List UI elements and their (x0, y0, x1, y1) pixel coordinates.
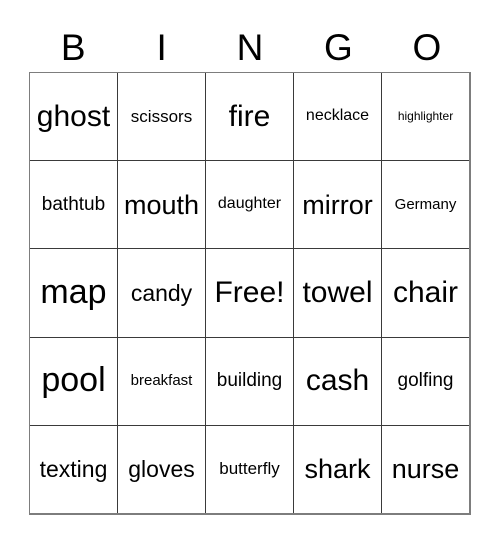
bingo-cell-b3[interactable]: map (30, 249, 117, 337)
bingo-row-5: texting gloves butterfly shark nurse (30, 424, 469, 514)
bingo-cell-label: daughter (217, 195, 282, 213)
bingo-cell-n1[interactable]: fire (205, 73, 293, 161)
bingo-cell-label: fire (228, 99, 271, 133)
bingo-cell-g2[interactable]: mirror (293, 161, 381, 249)
bingo-cell-i3[interactable]: candy (117, 249, 205, 337)
bingo-cell-label: chair (392, 276, 459, 310)
bingo-cell-free-space[interactable]: Free! (205, 249, 293, 337)
bingo-cell-b1[interactable]: ghost (30, 73, 117, 161)
bingo-cell-i4[interactable]: breakfast (117, 337, 205, 425)
bingo-cell-label: candy (130, 279, 193, 306)
bingo-cell-i5[interactable]: gloves (117, 425, 205, 514)
bingo-card: B I N G O ghost scissors fire necklace h… (0, 0, 500, 544)
bingo-cell-label: breakfast (130, 372, 193, 390)
bingo-cell-label: Germany (394, 195, 457, 213)
bingo-cell-label: shark (304, 454, 371, 485)
bingo-cell-label: bathtub (41, 193, 106, 215)
bingo-row-1: ghost scissors fire necklace highlighter (30, 73, 469, 161)
bingo-cell-n2[interactable]: daughter (205, 161, 293, 249)
bingo-cell-label: golfing (397, 370, 454, 392)
bingo-cell-o3[interactable]: chair (381, 249, 469, 337)
bingo-cell-o2[interactable]: Germany (381, 161, 469, 249)
bingo-header: B I N G O (29, 22, 471, 72)
bingo-cell-n4[interactable]: building (205, 337, 293, 425)
bingo-row-2: bathtub mouth daughter mirror Germany (30, 160, 469, 249)
bingo-cell-label: gloves (128, 456, 195, 483)
bingo-grid: ghost scissors fire necklace highlighter… (29, 72, 471, 515)
bingo-cell-label: pool (41, 361, 106, 400)
bingo-cell-label: ghost (36, 99, 111, 133)
bingo-cell-b5[interactable]: texting (30, 425, 117, 514)
bingo-cell-g3[interactable]: towel (293, 249, 381, 337)
bingo-cell-label: nurse (391, 454, 460, 485)
bingo-cell-label: towel (302, 276, 373, 310)
bingo-header-letter-g: G (324, 26, 353, 68)
bingo-cell-label: texting (39, 456, 108, 483)
bingo-cell-i2[interactable]: mouth (117, 161, 205, 249)
bingo-cell-g5[interactable]: shark (293, 425, 381, 514)
bingo-row-3: map candy Free! towel chair (30, 248, 469, 337)
bingo-header-letter-b: B (60, 26, 86, 68)
bingo-cell-label: mirror (302, 189, 373, 220)
bingo-cell-g1[interactable]: necklace (293, 73, 381, 161)
bingo-row-4: pool breakfast building cash golfing (30, 336, 469, 425)
bingo-cell-o4[interactable]: golfing (381, 337, 469, 425)
bingo-cell-o1[interactable]: highlighter (381, 73, 469, 161)
bingo-cell-label: scissors (130, 106, 193, 126)
bingo-cell-label: highlighter (397, 109, 454, 124)
bingo-header-letter-o: O (412, 26, 442, 68)
bingo-cell-o5[interactable]: nurse (381, 425, 469, 514)
bingo-cell-label: butterfly (219, 459, 280, 479)
bingo-header-letter-i: I (156, 26, 167, 68)
bingo-cell-b2[interactable]: bathtub (30, 161, 117, 249)
bingo-header-letter-n: N (236, 26, 264, 68)
bingo-cell-b4[interactable]: pool (30, 337, 117, 425)
bingo-cell-i1[interactable]: scissors (117, 73, 205, 161)
bingo-cell-label: map (40, 273, 107, 312)
bingo-cell-label: mouth (123, 189, 200, 220)
bingo-free-space-label: Free! (214, 276, 285, 310)
bingo-cell-label: cash (305, 364, 370, 398)
bingo-cell-g4[interactable]: cash (293, 337, 381, 425)
bingo-cell-label: building (216, 370, 283, 392)
bingo-cell-n5[interactable]: butterfly (205, 425, 293, 514)
bingo-cell-label: necklace (305, 107, 370, 125)
